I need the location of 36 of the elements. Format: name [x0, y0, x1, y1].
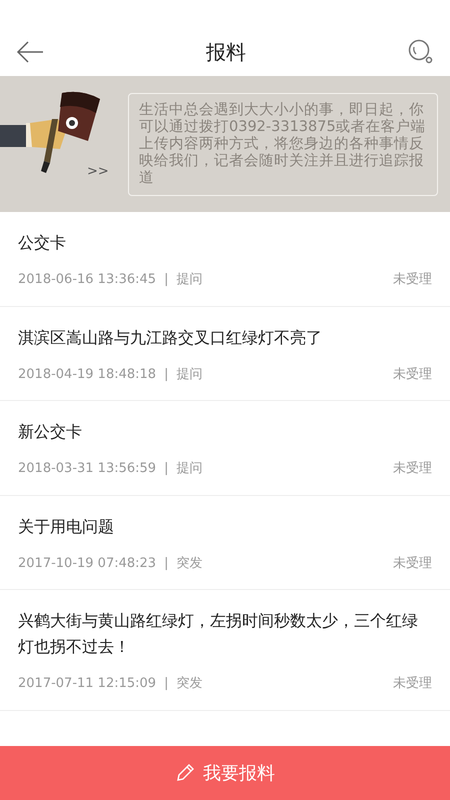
page-title: 报料 — [206, 39, 246, 66]
report-title: 新公交卡 — [18, 421, 83, 443]
report-item[interactable]: 新公交卡 2018-03-31 13:56:59 | 提问 未受理 — [0, 401, 450, 496]
report-category: 突发 — [176, 675, 202, 693]
report-status: 未受理 — [393, 675, 432, 693]
report-status: 未受理 — [393, 271, 432, 289]
separator: | — [164, 366, 168, 384]
separator: | — [164, 675, 168, 693]
report-title: 公交卡 — [18, 232, 67, 254]
separator: | — [164, 460, 168, 478]
intro-text: 生活中总会遇到大大小小的事，即日起，你可以通过拨打0392-3313875或者在客户端上传内容两种方式，将您身边的各种事情反映给我们，记者会随时关注并且进行追踪报道 — [128, 92, 438, 196]
arrows-label: >> — [87, 163, 109, 181]
report-item[interactable]: 关于用电问题 2017-10-19 07:48:23 | 突发 未受理 — [0, 496, 450, 590]
report-title: 关于用电问题 — [18, 516, 115, 538]
report-status: 未受理 — [393, 366, 432, 384]
report-item[interactable]: 公交卡 2018-06-16 13:36:45 | 提问 未受理 — [0, 212, 450, 306]
separator: | — [164, 554, 168, 572]
report-item[interactable]: 淇滨区嵩山路与九江路交叉口红绿灯不亮了 2018-04-19 18:48:18 | 提问 未受理 — [0, 306, 450, 401]
report-category: 提问 — [176, 366, 202, 384]
report-time: 2018-04-19 18:48:18 — [18, 366, 156, 384]
report-category: 突发 — [176, 554, 202, 572]
back-icon[interactable] — [16, 41, 44, 63]
pencil-icon — [175, 763, 195, 783]
report-status: 未受理 — [393, 554, 432, 572]
report-title: 兴鹤大街与黄山路红绿灯，左拐时间秒数太少，三个红绿灯也拐不过去！ — [18, 610, 419, 658]
report-category: 提问 — [176, 460, 202, 478]
report-title: 淇滨区嵩山路与九江路交叉口红绿灯不亮了 — [18, 326, 323, 348]
report-time: 2018-06-16 13:36:45 — [18, 271, 156, 289]
search-icon[interactable] — [408, 39, 434, 65]
separator: | — [164, 271, 168, 289]
report-status: 未受理 — [393, 460, 432, 478]
report-item[interactable]: 兴鹤大街与黄山路红绿灯，左拐时间秒数太少，三个红绿灯也拐不过去！ 2017-07-11 12:15:09 | 突发 未受理 — [0, 590, 450, 710]
report-time: 2018-03-31 13:56:59 — [18, 460, 156, 478]
report-time: 2017-07-11 12:15:09 — [18, 675, 156, 693]
report-category: 提问 — [176, 271, 202, 289]
report-time: 2017-10-19 07:48:23 — [18, 554, 156, 572]
